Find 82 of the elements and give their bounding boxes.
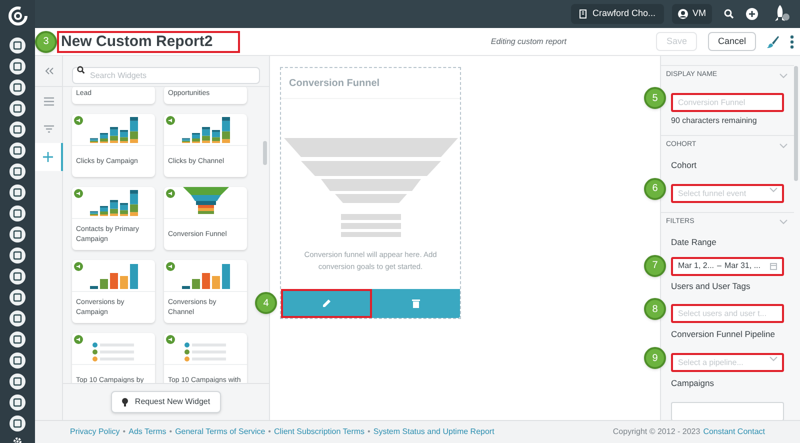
megaphone-badge-icon bbox=[74, 335, 83, 344]
copyright-text: Copyright © 2012 - 2023 bbox=[612, 426, 700, 438]
field-label: Cohort bbox=[671, 159, 698, 172]
logo-icon[interactable] bbox=[6, 5, 28, 27]
megaphone-badge-icon bbox=[166, 262, 175, 271]
paintbrush-icon[interactable] bbox=[766, 34, 780, 48]
lightbulb-icon bbox=[122, 398, 128, 406]
app-nav-icon[interactable] bbox=[9, 58, 26, 75]
field-label: Date Range bbox=[671, 236, 718, 248]
megaphone-badge-icon bbox=[166, 335, 175, 344]
dropdown-field[interactable]: Select funnel event bbox=[671, 184, 784, 203]
app-nav-icon[interactable] bbox=[9, 415, 26, 432]
trash-icon bbox=[412, 299, 420, 308]
filter-icon bbox=[44, 125, 54, 133]
chevron-down-icon bbox=[769, 186, 778, 193]
date-range-field[interactable]: Mar 1, 2... – Mar 31, ... bbox=[671, 256, 784, 276]
separator-dot: • bbox=[122, 426, 126, 438]
app-nav-icon[interactable] bbox=[9, 373, 26, 390]
plus-icon bbox=[43, 152, 53, 162]
app-nav-icon[interactable] bbox=[9, 205, 26, 222]
scrollbar-thumb[interactable] bbox=[263, 141, 267, 165]
app-nav-icon[interactable] bbox=[9, 121, 26, 138]
search-icon bbox=[77, 66, 85, 74]
separator-dot: • bbox=[268, 426, 271, 438]
list-chart-drawing bbox=[92, 342, 136, 362]
helper-text: 90 characters remaining bbox=[671, 115, 758, 127]
funnel-chart-drawing bbox=[180, 186, 230, 216]
megaphone-badge-icon bbox=[74, 116, 83, 125]
stacked-bar-chart-drawing bbox=[180, 117, 232, 143]
app-nav-icon[interactable] bbox=[9, 163, 26, 180]
account-button[interactable]: Crawford Cho... bbox=[571, 4, 664, 24]
search-field[interactable]: Search Widgets bbox=[72, 67, 260, 84]
app-nav-icon[interactable] bbox=[9, 79, 26, 96]
app-nav-icon[interactable] bbox=[9, 37, 26, 54]
pencil-icon bbox=[322, 299, 331, 308]
search-icon[interactable] bbox=[724, 9, 734, 19]
editing-status-text: Editing custom report bbox=[490, 36, 566, 48]
input-field[interactable]: Select users and user t... bbox=[671, 304, 784, 324]
stacked-bar-chart-drawing bbox=[88, 117, 140, 143]
cancel-button[interactable]: Cancel bbox=[708, 32, 756, 51]
user-icon bbox=[678, 9, 688, 19]
step-number-badge: 3 bbox=[35, 30, 57, 52]
app-nav-icon[interactable] bbox=[9, 310, 26, 327]
chevron-down-icon bbox=[769, 356, 778, 362]
field-label: Conversion Funnel Pipeline bbox=[671, 328, 776, 341]
app-nav-icon[interactable] bbox=[9, 394, 26, 411]
app-nav-icon[interactable] bbox=[9, 184, 26, 201]
list-chart-drawing bbox=[184, 342, 228, 362]
separator-dot: • bbox=[368, 426, 370, 438]
calendar-icon bbox=[770, 262, 777, 270]
request-widget-button[interactable]: Request New Widget bbox=[110, 391, 222, 413]
funnel-placeholder-bars-drawing bbox=[340, 214, 400, 239]
input-field[interactable]: Conversion Funnel bbox=[671, 93, 784, 112]
building-icon bbox=[579, 9, 588, 19]
megaphone-badge-icon bbox=[74, 189, 83, 198]
app-nav-icon[interactable] bbox=[9, 100, 26, 117]
app-nav-icon[interactable] bbox=[9, 142, 26, 159]
stacked-bar-chart-drawing bbox=[88, 190, 140, 216]
panel-tab[interactable] bbox=[35, 143, 63, 171]
bar-chart-drawing bbox=[88, 263, 140, 289]
field-label: Users and User Tags bbox=[671, 280, 752, 292]
app-nav-icon[interactable] bbox=[9, 226, 26, 243]
separator-dot: • bbox=[169, 426, 172, 438]
collapse-icon[interactable] bbox=[44, 67, 54, 75]
list-icon bbox=[44, 96, 54, 106]
app-nav-icon[interactable] bbox=[9, 268, 26, 285]
megaphone-badge-icon bbox=[166, 116, 175, 125]
megaphone-badge-icon bbox=[166, 189, 175, 198]
more-options-icon[interactable] bbox=[790, 34, 794, 48]
user-menu-button[interactable]: VM bbox=[672, 4, 712, 24]
bar-chart-drawing bbox=[180, 263, 232, 289]
add-icon[interactable] bbox=[746, 8, 758, 20]
app-nav-icon[interactable] bbox=[9, 247, 26, 264]
scrollbar-thumb[interactable] bbox=[794, 66, 798, 181]
megaphone-badge-icon bbox=[74, 262, 83, 271]
app-nav-icon[interactable] bbox=[9, 331, 26, 348]
dropdown-field[interactable]: Select a pipeline... bbox=[671, 353, 784, 372]
widget-title: Conversion Funnel bbox=[281, 68, 460, 99]
app-nav-icon[interactable] bbox=[9, 289, 26, 306]
report-title: New Custom Report2 bbox=[57, 30, 240, 52]
field-label: Campaigns bbox=[671, 377, 715, 390]
app-nav-icon[interactable] bbox=[9, 352, 26, 369]
